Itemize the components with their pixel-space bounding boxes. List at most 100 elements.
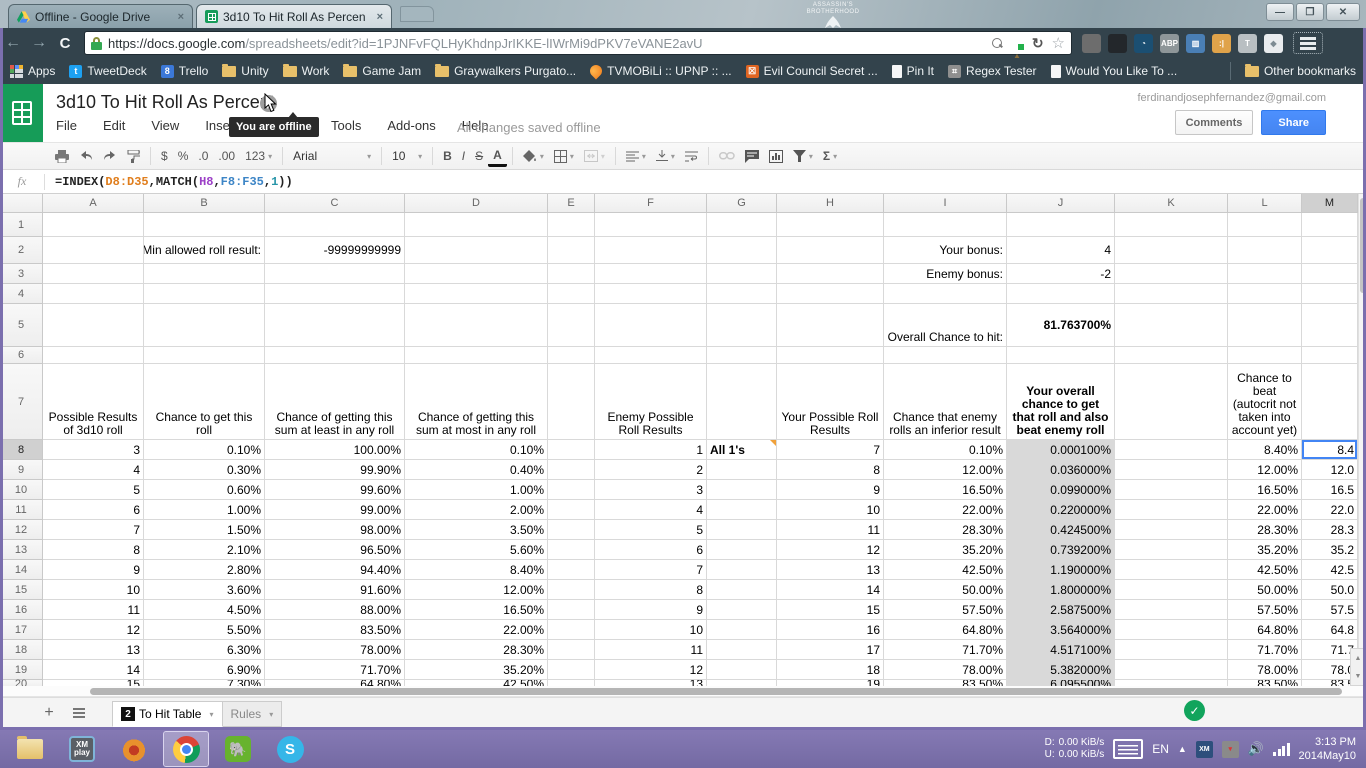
cell-K9[interactable] xyxy=(1115,460,1228,480)
strikethrough-button[interactable]: S xyxy=(470,145,488,167)
cell-H16[interactable]: 15 xyxy=(777,600,884,620)
cell-I12[interactable]: 28.30% xyxy=(884,520,1007,540)
cell-B1[interactable] xyxy=(144,213,265,237)
cell-F18[interactable]: 11 xyxy=(595,640,707,660)
cell-I1[interactable] xyxy=(884,213,1007,237)
row-header-19[interactable]: 19 xyxy=(0,660,43,680)
cell-D7[interactable]: Chance of getting this sum at most in an… xyxy=(405,364,548,440)
tab-close-icon[interactable]: × xyxy=(178,11,184,23)
cell-A8[interactable]: 3 xyxy=(43,440,144,460)
cell-B12[interactable]: 1.50% xyxy=(144,520,265,540)
cell-M9[interactable]: 12.0 xyxy=(1302,460,1358,480)
volume-icon[interactable]: 🔊 xyxy=(1248,741,1264,757)
bookmark-tweetdeck[interactable]: t TweetDeck xyxy=(69,64,147,78)
cell-H10[interactable]: 9 xyxy=(777,480,884,500)
cell-G17[interactable] xyxy=(707,620,777,640)
cell-H9[interactable]: 8 xyxy=(777,460,884,480)
cell-M5[interactable] xyxy=(1302,304,1358,347)
cell-G14[interactable] xyxy=(707,560,777,580)
cell-K11[interactable] xyxy=(1115,500,1228,520)
cell-D17[interactable]: 22.00% xyxy=(405,620,548,640)
row-header-5[interactable]: 5 xyxy=(0,304,43,347)
cell-B9[interactable]: 0.30% xyxy=(144,460,265,480)
comments-button[interactable]: Comments xyxy=(1174,110,1254,135)
cell-D11[interactable]: 2.00% xyxy=(405,500,548,520)
text-wrap-button[interactable] xyxy=(680,145,703,167)
cell-D5[interactable] xyxy=(405,304,548,347)
cell-H15[interactable]: 14 xyxy=(777,580,884,600)
cell-C6[interactable] xyxy=(265,347,405,364)
browser-tab-sheet[interactable]: 3d10 To Hit Roll As Percen × xyxy=(196,4,392,28)
cell-G10[interactable] xyxy=(707,480,777,500)
horizontal-align-button[interactable]: ▾ xyxy=(621,145,651,167)
cell-E10[interactable] xyxy=(548,480,595,500)
cell-B7[interactable]: Chance to get this roll xyxy=(144,364,265,440)
drive-offline-icon[interactable] xyxy=(1010,36,1024,64)
cell-L6[interactable] xyxy=(1228,347,1302,364)
cell-A1[interactable] xyxy=(43,213,144,237)
cell-J11[interactable]: 0.220000% xyxy=(1007,500,1115,520)
cell-F3[interactable] xyxy=(595,264,707,284)
cell-M16[interactable]: 57.5 xyxy=(1302,600,1358,620)
cell-L8[interactable]: 8.40% xyxy=(1228,440,1302,460)
cell-E13[interactable] xyxy=(548,540,595,560)
cell-H19[interactable]: 18 xyxy=(777,660,884,680)
filter-icon[interactable]: ▾ xyxy=(788,145,818,167)
column-header-M[interactable]: M xyxy=(1302,194,1358,213)
cell-D18[interactable]: 28.30% xyxy=(405,640,548,660)
cell-F5[interactable] xyxy=(595,304,707,347)
add-sheet-button[interactable]: + xyxy=(38,702,60,724)
cell-M11[interactable]: 22.0 xyxy=(1302,500,1358,520)
cell-F13[interactable]: 6 xyxy=(595,540,707,560)
row-header-6[interactable]: 6 xyxy=(0,347,43,364)
bookmark-evil-council-secret[interactable]: ☒ Evil Council Secret ... xyxy=(745,64,878,78)
cell-M1[interactable] xyxy=(1302,213,1358,237)
cell-L4[interactable] xyxy=(1228,284,1302,304)
sheets-logo-icon[interactable] xyxy=(0,84,43,142)
tray-expand-icon[interactable]: ▲ xyxy=(1178,744,1187,754)
cell-D15[interactable]: 12.00% xyxy=(405,580,548,600)
row-header-10[interactable]: 10 xyxy=(0,480,43,500)
cell-J15[interactable]: 1.800000% xyxy=(1007,580,1115,600)
cell-D12[interactable]: 3.50% xyxy=(405,520,548,540)
cell-B6[interactable] xyxy=(144,347,265,364)
cell-F12[interactable]: 5 xyxy=(595,520,707,540)
cell-E19[interactable] xyxy=(548,660,595,680)
cell-J9[interactable]: 0.036000% xyxy=(1007,460,1115,480)
cell-M7[interactable] xyxy=(1302,364,1358,440)
cell-G12[interactable] xyxy=(707,520,777,540)
cell-I19[interactable]: 78.00% xyxy=(884,660,1007,680)
cell-J17[interactable]: 3.564000% xyxy=(1007,620,1115,640)
cell-F15[interactable]: 8 xyxy=(595,580,707,600)
cell-I10[interactable]: 16.50% xyxy=(884,480,1007,500)
cell-H17[interactable]: 16 xyxy=(777,620,884,640)
column-header-H[interactable]: H xyxy=(777,194,884,213)
cell-F7[interactable]: Enemy Possible Roll Results xyxy=(595,364,707,440)
text-color-button[interactable]: A xyxy=(488,145,507,167)
cell-E15[interactable] xyxy=(548,580,595,600)
cell-I13[interactable]: 35.20% xyxy=(884,540,1007,560)
cell-E11[interactable] xyxy=(548,500,595,520)
cell-G15[interactable] xyxy=(707,580,777,600)
fill-color-button[interactable]: ▾ xyxy=(518,145,549,167)
cell-K18[interactable] xyxy=(1115,640,1228,660)
cell-H13[interactable]: 12 xyxy=(777,540,884,560)
cell-H5[interactable] xyxy=(777,304,884,347)
cell-D4[interactable] xyxy=(405,284,548,304)
cell-E3[interactable] xyxy=(548,264,595,284)
row-header-9[interactable]: 9 xyxy=(0,460,43,480)
cell-E7[interactable] xyxy=(548,364,595,440)
adblock-plus-extension-icon[interactable]: ABP xyxy=(1160,33,1179,53)
cell-A14[interactable]: 9 xyxy=(43,560,144,580)
cell-F16[interactable]: 9 xyxy=(595,600,707,620)
cell-E5[interactable] xyxy=(548,304,595,347)
cell-K19[interactable] xyxy=(1115,660,1228,680)
column-header-K[interactable]: K xyxy=(1115,194,1228,213)
cell-J6[interactable] xyxy=(1007,347,1115,364)
taskbar-evernote[interactable]: 🐘 xyxy=(216,732,260,766)
cell-B16[interactable]: 4.50% xyxy=(144,600,265,620)
new-tab-button[interactable] xyxy=(400,6,434,22)
taskbar-chrome[interactable] xyxy=(163,731,209,767)
row-header-14[interactable]: 14 xyxy=(0,560,43,580)
cell-J4[interactable] xyxy=(1007,284,1115,304)
